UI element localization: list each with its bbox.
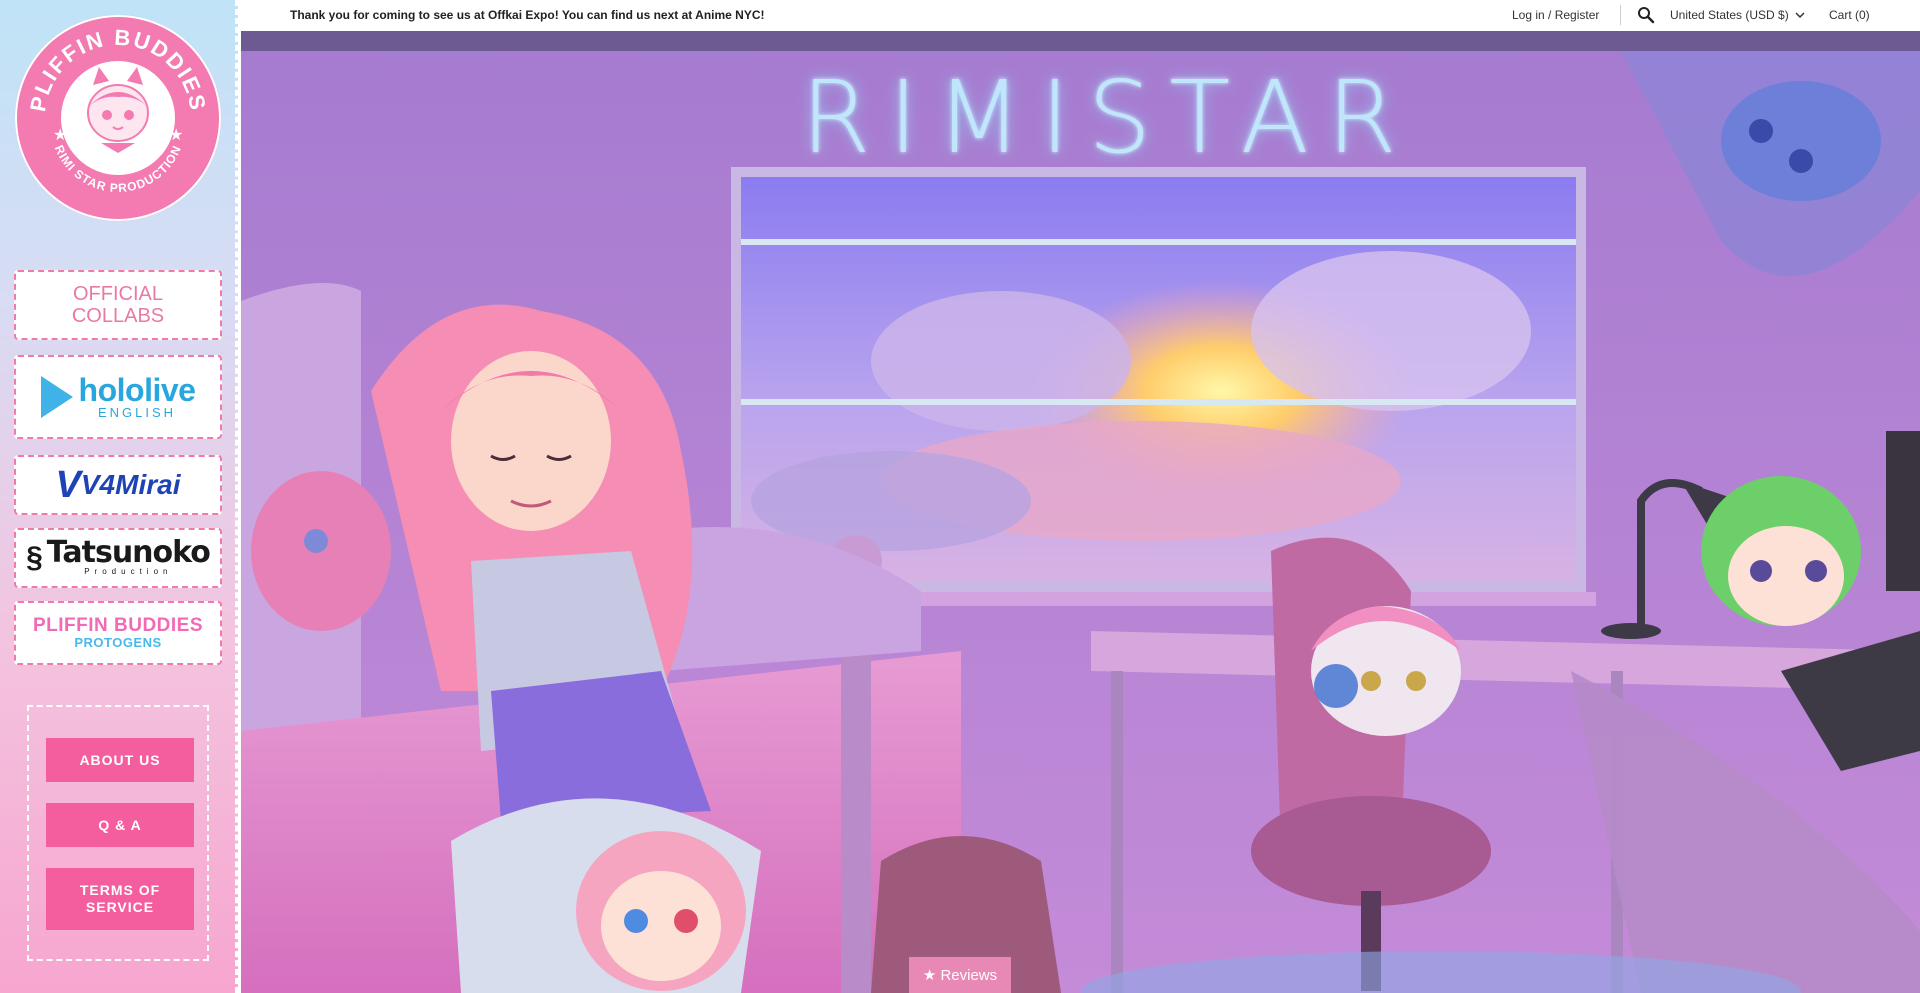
qa-button[interactable]: Q & A [46, 803, 194, 847]
terms-of-service-button[interactable]: TERMS OF SERVICE [46, 868, 194, 930]
official-collabs-label: OFFICIAL COLLABS [71, 283, 165, 327]
protogens-logo-text: PLIFFIN BUDDIES [32, 615, 204, 636]
hero-title: RIMISTAR [801, 59, 1415, 176]
hero-banner: RIMISTAR ★ Reviews [241, 31, 1920, 993]
cart-link[interactable]: Cart (0) [1829, 8, 1870, 22]
about-us-button[interactable]: ABOUT US [46, 738, 194, 782]
sidebar: PLIFFIN BUDDIES RIMI STAR PRODUCTION ★ ★… [0, 0, 238, 993]
tatsunoko-logo-subtext: Production [84, 567, 173, 576]
hololive-logo: hololive ENGLISH [40, 372, 196, 420]
logo-star-icon: ★ [53, 125, 67, 144]
v4mirai-logo: V V4Mirai [56, 466, 181, 504]
protogens-logo: PLIFFIN BUDDIES PROTOGENS [33, 616, 203, 650]
v4mirai-link[interactable]: V V4Mirai [14, 455, 222, 515]
v4mirai-logo-text: V4Mirai [80, 469, 181, 500]
brand-logo-mark: PLIFFIN BUDDIES RIMI STAR PRODUCTION ★ ★ [18, 18, 218, 218]
reviews-tab[interactable]: ★ Reviews [909, 957, 1011, 993]
announcement-text: Thank you for coming to see us at Offkai… [290, 8, 765, 22]
hololive-english-link[interactable]: hololive ENGLISH [14, 355, 222, 439]
hololive-logo-subtext: ENGLISH [97, 405, 177, 420]
search-icon[interactable] [1637, 6, 1655, 24]
header-divider [1620, 5, 1621, 25]
hololive-logo-text: hololive [78, 372, 196, 408]
tatsunoko-logo: § Tatsunoko Production [26, 535, 211, 577]
info-links-panel: ABOUT US Q & A TERMS OF SERVICE [27, 705, 209, 961]
v4mirai-logo-mark: V [55, 464, 81, 506]
tatsunoko-logo-text: Tatsunoko [46, 535, 211, 570]
currency-label: United States (USD $) [1670, 8, 1789, 22]
chevron-down-icon [1795, 11, 1805, 18]
pliffin-protogens-link[interactable]: PLIFFIN BUDDIES PROTOGENS [14, 601, 222, 665]
seahorse-icon: § [26, 541, 43, 574]
protogens-logo-subtext: PROTOGENS [74, 635, 162, 650]
brand-logo[interactable]: PLIFFIN BUDDIES RIMI STAR PRODUCTION ★ ★ [15, 15, 221, 221]
terms-of-service-label: TERMS OF SERVICE [79, 882, 161, 915]
tatsunoko-production-link[interactable]: § Tatsunoko Production [14, 528, 222, 588]
top-header: Thank you for coming to see us at Offkai… [241, 0, 1920, 31]
official-collabs-heading: OFFICIAL COLLABS [14, 270, 222, 340]
currency-selector[interactable]: United States (USD $) [1670, 8, 1805, 22]
play-triangle-icon [40, 376, 73, 418]
login-register-link[interactable]: Log in / Register [1512, 8, 1599, 22]
logo-star-icon: ★ [169, 125, 183, 144]
